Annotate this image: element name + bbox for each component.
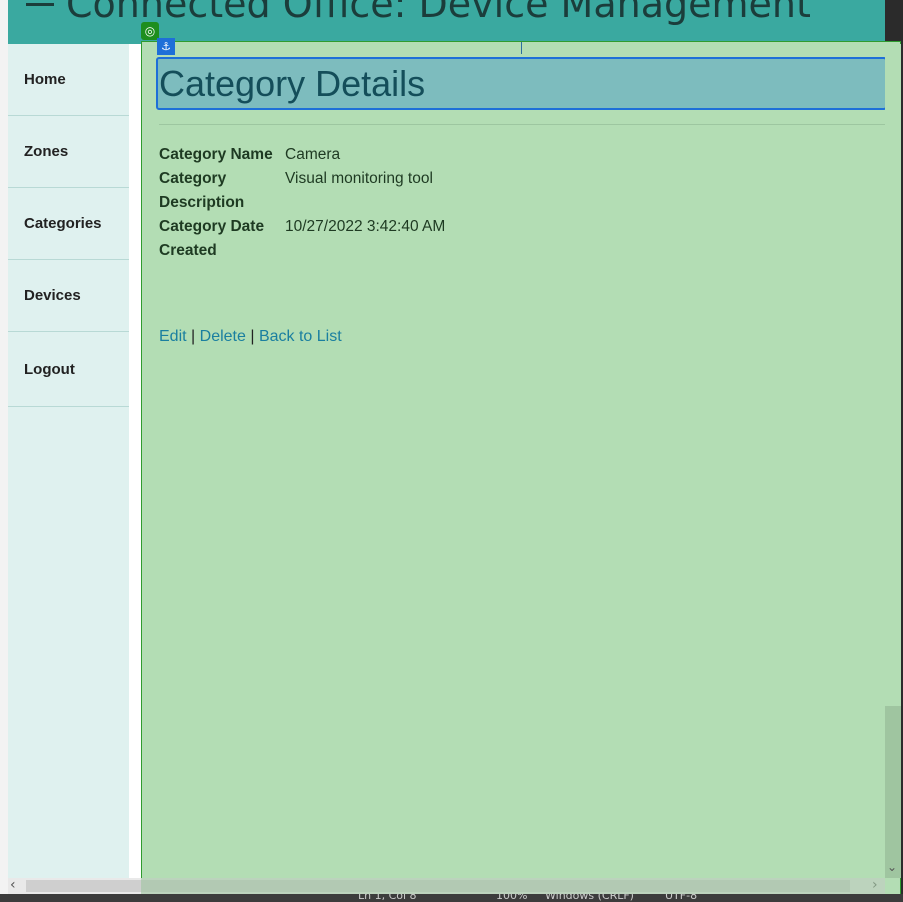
sidebar-item-logout[interactable]: Logout [8,332,129,407]
sidebar: Home Zones Categories Devices Logout [8,44,129,878]
app-header: Connected Office: Device Management [8,0,885,44]
sidebar-item-home[interactable]: Home [8,44,129,116]
divider [159,124,885,125]
detail-row: Category Description Visual monitoring t… [159,167,445,215]
overlay-scroll-region [141,878,885,894]
sidebar-gutter [129,44,141,878]
detail-label: Category Description [159,170,245,211]
anchor-icon[interactable]: ⚓ [157,38,175,55]
encoding: UTF-8 [665,894,698,902]
ide-background [0,0,8,902]
detail-row: Category Date Created 10/27/2022 3:42:40… [159,215,445,263]
edit-link[interactable]: Edit [159,328,187,345]
ruler-tick [521,42,522,54]
line-ending: Windows (CRLF) [545,894,634,902]
delete-link[interactable]: Delete [200,328,246,345]
detail-label: Category Name [159,146,273,163]
page-title: Category Details [159,63,426,104]
vertical-scrollbar-thumb[interactable] [885,44,901,706]
details-list: Category Name Camera Category Descriptio… [159,143,445,263]
chevron-left-icon[interactable]: ‹ [10,877,16,893]
cursor-position: Ln 1, Col 8 [358,894,417,902]
sidebar-item-categories[interactable]: Categories [8,188,129,260]
chevron-down-icon[interactable]: ⌄ [887,860,897,874]
hamburger-menu-icon[interactable] [26,0,54,6]
app-title: Connected Office: Device Management [66,0,811,26]
sidebar-item-devices[interactable]: Devices [8,260,129,332]
back-to-list-link[interactable]: Back to List [259,328,342,345]
detail-row: Category Name Camera [159,143,445,167]
sidebar-item-zones[interactable]: Zones [8,116,129,188]
action-links: Edit | Delete | Back to List [159,328,342,346]
separator: | [191,328,196,345]
detail-value: 10/27/2022 3:42:40 AM [285,218,446,235]
detail-label: Category Date Created [159,218,265,259]
separator: | [250,328,255,345]
zoom-level: 100% [496,894,528,902]
detail-value: Visual monitoring tool [285,170,433,187]
status-bar: Ln 1, Col 8 100% Windows (CRLF) UTF-8 [0,894,903,902]
detail-value: Camera [285,146,341,163]
